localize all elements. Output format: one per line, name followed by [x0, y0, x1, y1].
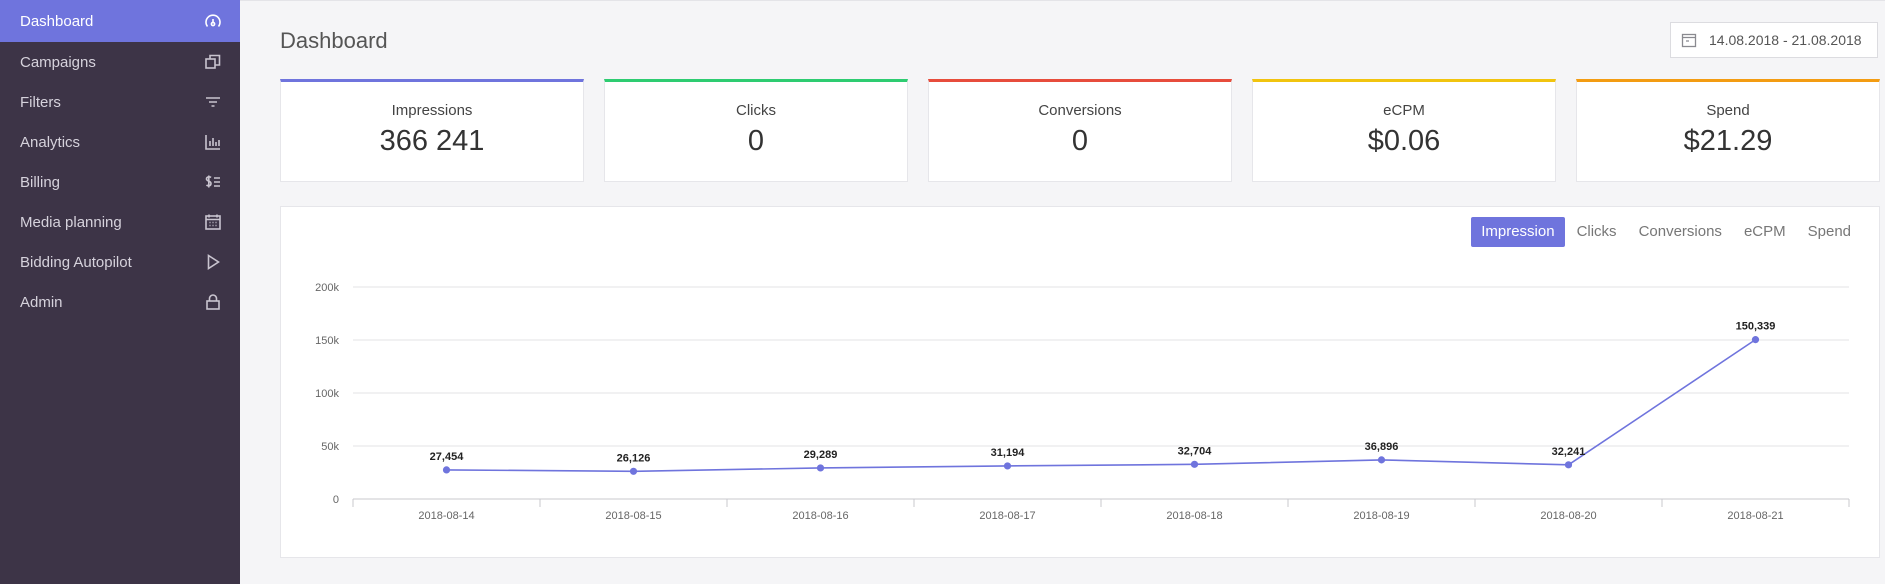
calendar-grid-icon	[203, 212, 223, 232]
chart-panel: 0 50k 100k 150k 200k 2018-08-14 2018-08-15 2018…	[280, 206, 1880, 558]
stat-card-conversions: Conversions 0	[928, 79, 1232, 182]
tab-conversions[interactable]: Conversions	[1629, 217, 1732, 247]
sidebar-item-admin[interactable]: Admin	[0, 282, 240, 322]
data-point	[1564, 461, 1573, 469]
data-label: 29,289	[804, 449, 838, 461]
stat-card-label: Spend	[1706, 102, 1750, 119]
sidebar-item-analytics[interactable]: Analytics	[0, 122, 240, 162]
data-label: 36,896	[1365, 441, 1399, 453]
data-point	[1751, 336, 1760, 344]
y-tick-label: 100k	[315, 388, 339, 400]
sidebar-item-label: Billing	[20, 173, 61, 191]
sidebar-item-label: Filters	[20, 93, 61, 111]
y-tick-label: 150k	[315, 335, 339, 347]
data-label: 150,339	[1736, 321, 1776, 333]
stat-card-label: Impressions	[391, 102, 473, 119]
data-label: 27,454	[430, 451, 465, 463]
stats-cards: Impressions 366 241 Clicks 0 Conversions…	[280, 79, 1880, 182]
data-point	[816, 464, 825, 472]
x-tick-label: 2018-08-14	[418, 510, 474, 522]
sidebar-item-label: Bidding Autopilot	[20, 253, 132, 271]
data-label: 31,194	[991, 447, 1026, 459]
chart-metric-tabs: Impression Clicks Conversions eCPM Spend	[1469, 217, 1861, 247]
y-tick-label: 50k	[321, 441, 339, 453]
gauge-icon	[203, 11, 223, 31]
sidebar-item-label: Media planning	[20, 213, 122, 231]
data-point	[1003, 462, 1012, 470]
play-icon	[203, 252, 223, 272]
calendar-icon	[1681, 32, 1697, 48]
bar-chart-icon	[203, 132, 223, 152]
data-label: 32,704	[1178, 445, 1213, 457]
data-point	[442, 466, 451, 474]
data-point	[629, 467, 638, 475]
data-point	[1377, 456, 1386, 464]
tab-impression[interactable]: Impression	[1471, 217, 1565, 247]
x-tick-label: 2018-08-16	[792, 510, 848, 522]
x-tick-label: 2018-08-18	[1166, 510, 1222, 522]
y-tick-label: 200k	[315, 282, 339, 294]
x-tick-label: 2018-08-15	[605, 510, 661, 522]
stat-card-spend: Spend $21.29	[1576, 79, 1880, 182]
stat-card-value: $21.29	[1683, 125, 1773, 157]
stat-card-ecpm: eCPM $0.06	[1252, 79, 1556, 182]
lock-icon	[203, 292, 223, 312]
tab-clicks[interactable]: Clicks	[1567, 217, 1627, 247]
sidebar-item-filters[interactable]: Filters	[0, 82, 240, 122]
impressions-line-chart: 0 50k 100k 150k 200k 2018-08-14 2018-08-15 2018…	[315, 282, 1850, 522]
stat-card-impressions: Impressions 366 241	[280, 79, 584, 182]
x-tick-label: 2018-08-20	[1540, 510, 1596, 522]
sidebar-item-dashboard[interactable]: Dashboard	[0, 0, 240, 42]
sidebar-item-label: Dashboard	[20, 12, 94, 30]
date-range-picker[interactable]: 14.08.2018 - 21.08.2018	[1670, 22, 1878, 58]
stat-card-label: Clicks	[736, 102, 776, 119]
data-point	[1190, 460, 1199, 468]
x-tick-label: 2018-08-21	[1727, 510, 1783, 522]
page-title: Dashboard	[280, 28, 388, 53]
top-divider	[240, 0, 1885, 1]
stat-card-label: Conversions	[1038, 102, 1122, 119]
dollar-list-icon	[203, 172, 223, 192]
sidebar-item-campaigns[interactable]: Campaigns	[0, 42, 240, 82]
stat-card-value: 0	[747, 125, 765, 157]
sidebar-item-label: Campaigns	[20, 53, 96, 71]
sidebar-item-bidding-autopilot[interactable]: Bidding Autopilot	[0, 242, 240, 282]
date-range-text: 14.08.2018 - 21.08.2018	[1709, 32, 1862, 48]
filter-icon	[203, 92, 223, 112]
stat-card-value: 0	[1071, 125, 1089, 157]
data-label: 32,241	[1552, 446, 1586, 458]
y-tick-label: 0	[333, 494, 339, 506]
sidebar-item-label: Admin	[20, 293, 63, 311]
sidebar-item-media-planning[interactable]: Media planning	[0, 202, 240, 242]
x-tick-label: 2018-08-19	[1353, 510, 1409, 522]
sidebar: Dashboard Campaigns Filters Analytics Bi…	[0, 0, 240, 584]
tab-spend[interactable]: Spend	[1798, 217, 1861, 247]
stat-card-label: eCPM	[1383, 102, 1425, 119]
data-label: 26,126	[617, 452, 651, 464]
sidebar-item-billing[interactable]: Billing	[0, 162, 240, 202]
stat-card-value: $0.06	[1367, 125, 1441, 157]
sidebar-item-label: Analytics	[20, 133, 81, 151]
x-tick-label: 2018-08-17	[979, 510, 1035, 522]
copy-icon	[203, 52, 223, 72]
stat-card-clicks: Clicks 0	[604, 79, 908, 182]
stat-card-value: 366 241	[379, 125, 485, 157]
main-content: Dashboard 14.08.2018 - 21.08.2018 Impres…	[240, 0, 1885, 584]
tab-ecpm[interactable]: eCPM	[1734, 217, 1796, 247]
